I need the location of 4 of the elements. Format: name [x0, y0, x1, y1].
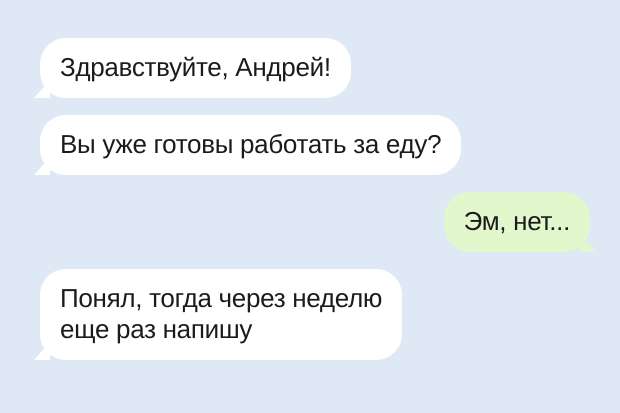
- message-text: Понял, тогда через неделю еще раз напишу: [60, 283, 382, 345]
- message-text: Эм, нет...: [464, 206, 570, 237]
- message-text: Здравствуйте, Андрей!: [60, 52, 331, 83]
- message-text: Вы уже готовы работать за еду?: [60, 129, 442, 160]
